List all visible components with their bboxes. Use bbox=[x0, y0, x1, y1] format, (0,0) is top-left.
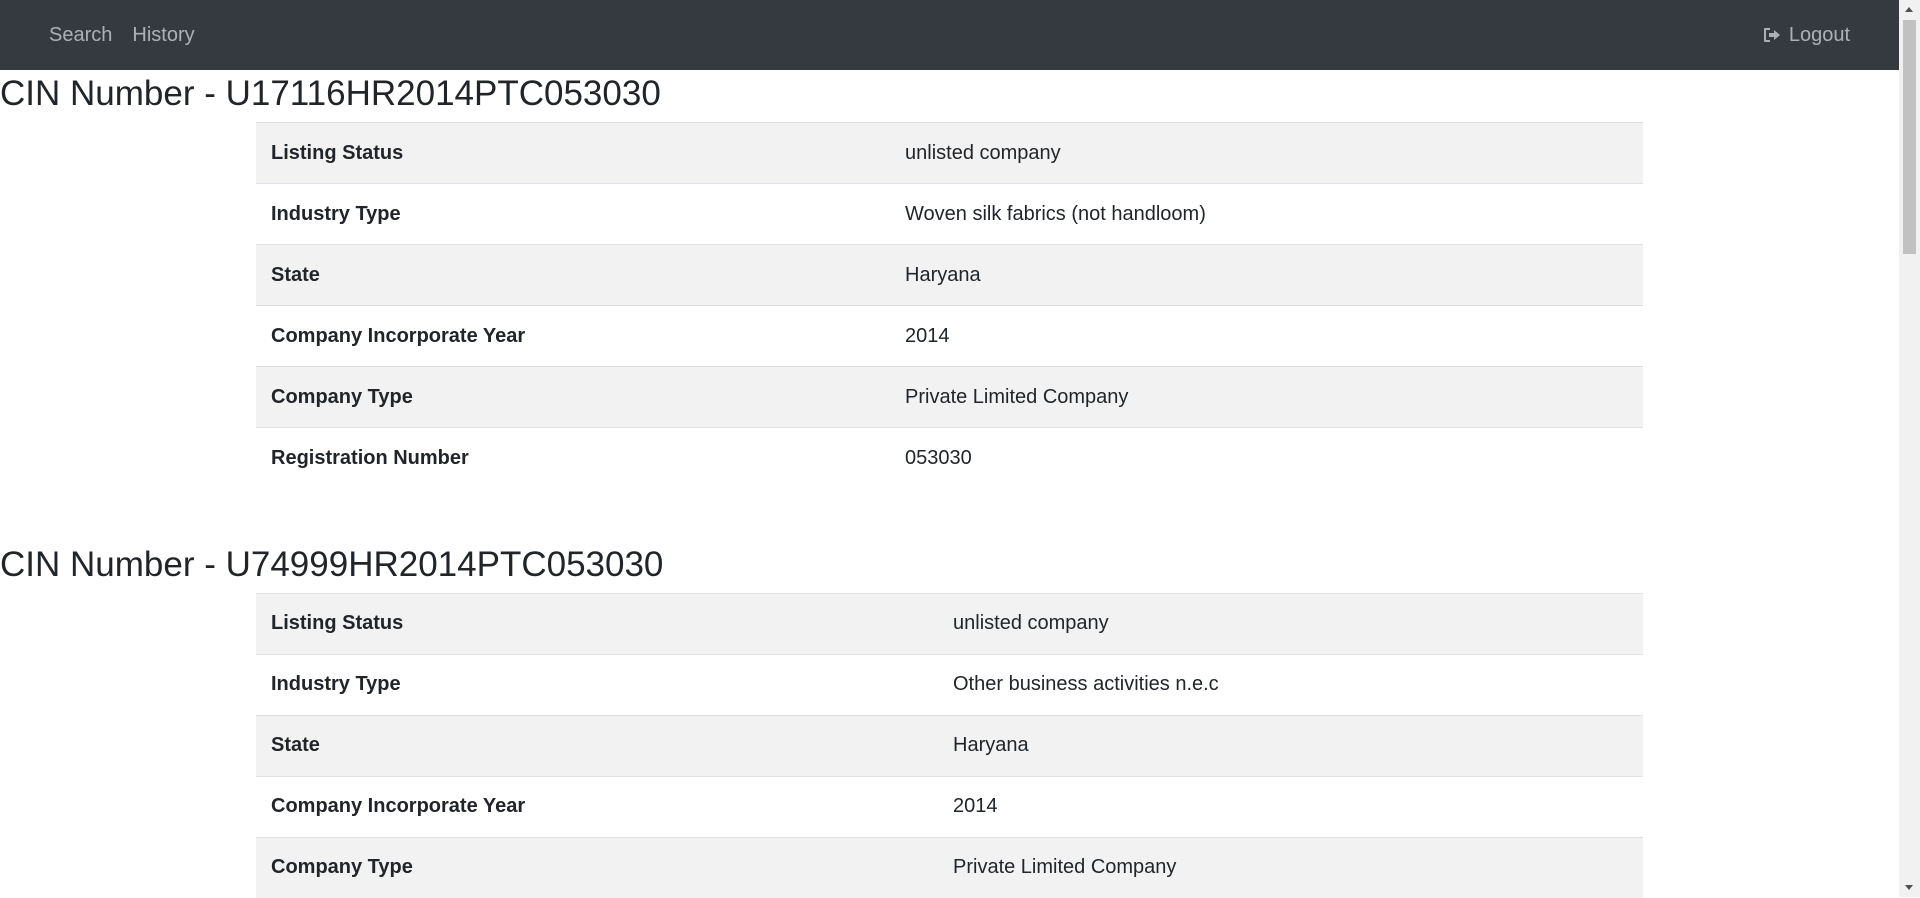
cin-section: CIN Number - U74999HR2014PTC053030 Listi… bbox=[0, 541, 1899, 898]
scroll-thumb[interactable] bbox=[1903, 20, 1916, 254]
cin-title: CIN Number - U74999HR2014PTC053030 bbox=[0, 541, 1899, 593]
row-value: 053030 bbox=[890, 428, 1643, 489]
row-label: Registration Number bbox=[256, 428, 890, 489]
row-label: Company Type bbox=[256, 837, 938, 898]
row-value: Private Limited Company bbox=[938, 837, 1643, 898]
top-navbar: Search History Logout bbox=[0, 0, 1899, 70]
logout-link[interactable]: Logout bbox=[1763, 24, 1850, 47]
company-details-table: Listing Status unlisted company Industry… bbox=[256, 593, 1643, 898]
table-row: Industry Type Other business activities … bbox=[256, 654, 1643, 715]
row-label: State bbox=[256, 245, 890, 306]
row-value: unlisted company bbox=[938, 593, 1643, 654]
cin-title: CIN Number - U17116HR2014PTC053030 bbox=[0, 70, 1899, 122]
table-row: State Haryana bbox=[256, 245, 1643, 306]
row-value: Haryana bbox=[890, 245, 1643, 306]
row-value: 2014 bbox=[890, 306, 1643, 367]
row-value: unlisted company bbox=[890, 123, 1643, 184]
row-label: Company Incorporate Year bbox=[256, 776, 938, 837]
table-row: Industry Type Woven silk fabrics (not ha… bbox=[256, 184, 1643, 245]
row-label: Listing Status bbox=[256, 123, 890, 184]
table-row: Company Incorporate Year 2014 bbox=[256, 776, 1643, 837]
table-row: Company Incorporate Year 2014 bbox=[256, 306, 1643, 367]
table-row: Company Type Private Limited Company bbox=[256, 367, 1643, 428]
scroll-down-arrow-icon[interactable] bbox=[1905, 885, 1913, 890]
row-value: Private Limited Company bbox=[890, 367, 1643, 428]
row-label: Industry Type bbox=[256, 654, 938, 715]
row-value: 2014 bbox=[938, 776, 1643, 837]
company-details-table: Listing Status unlisted company Industry… bbox=[256, 122, 1643, 489]
table-row: State Haryana bbox=[256, 715, 1643, 776]
row-value: Woven silk fabrics (not handloom) bbox=[890, 184, 1643, 245]
row-label: Industry Type bbox=[256, 184, 890, 245]
page-scrollbar[interactable] bbox=[1899, 0, 1920, 897]
row-label: State bbox=[256, 715, 938, 776]
scroll-up-arrow-icon[interactable] bbox=[1905, 7, 1913, 12]
logout-label: Logout bbox=[1789, 24, 1850, 47]
row-label: Company Incorporate Year bbox=[256, 306, 890, 367]
nav-search-link[interactable]: Search bbox=[49, 24, 112, 47]
cin-section: CIN Number - U17116HR2014PTC053030 Listi… bbox=[0, 70, 1899, 489]
row-label: Listing Status bbox=[256, 593, 938, 654]
nav-history-link[interactable]: History bbox=[132, 24, 194, 47]
table-row: Company Type Private Limited Company bbox=[256, 837, 1643, 898]
sign-out-icon bbox=[1763, 27, 1783, 43]
row-value: Haryana bbox=[938, 715, 1643, 776]
table-row: Listing Status unlisted company bbox=[256, 593, 1643, 654]
row-value: Other business activities n.e.c bbox=[938, 654, 1643, 715]
main-content: CIN Number - U17116HR2014PTC053030 Listi… bbox=[0, 70, 1899, 898]
table-row: Listing Status unlisted company bbox=[256, 123, 1643, 184]
table-row: Registration Number 053030 bbox=[256, 428, 1643, 489]
row-label: Company Type bbox=[256, 367, 890, 428]
